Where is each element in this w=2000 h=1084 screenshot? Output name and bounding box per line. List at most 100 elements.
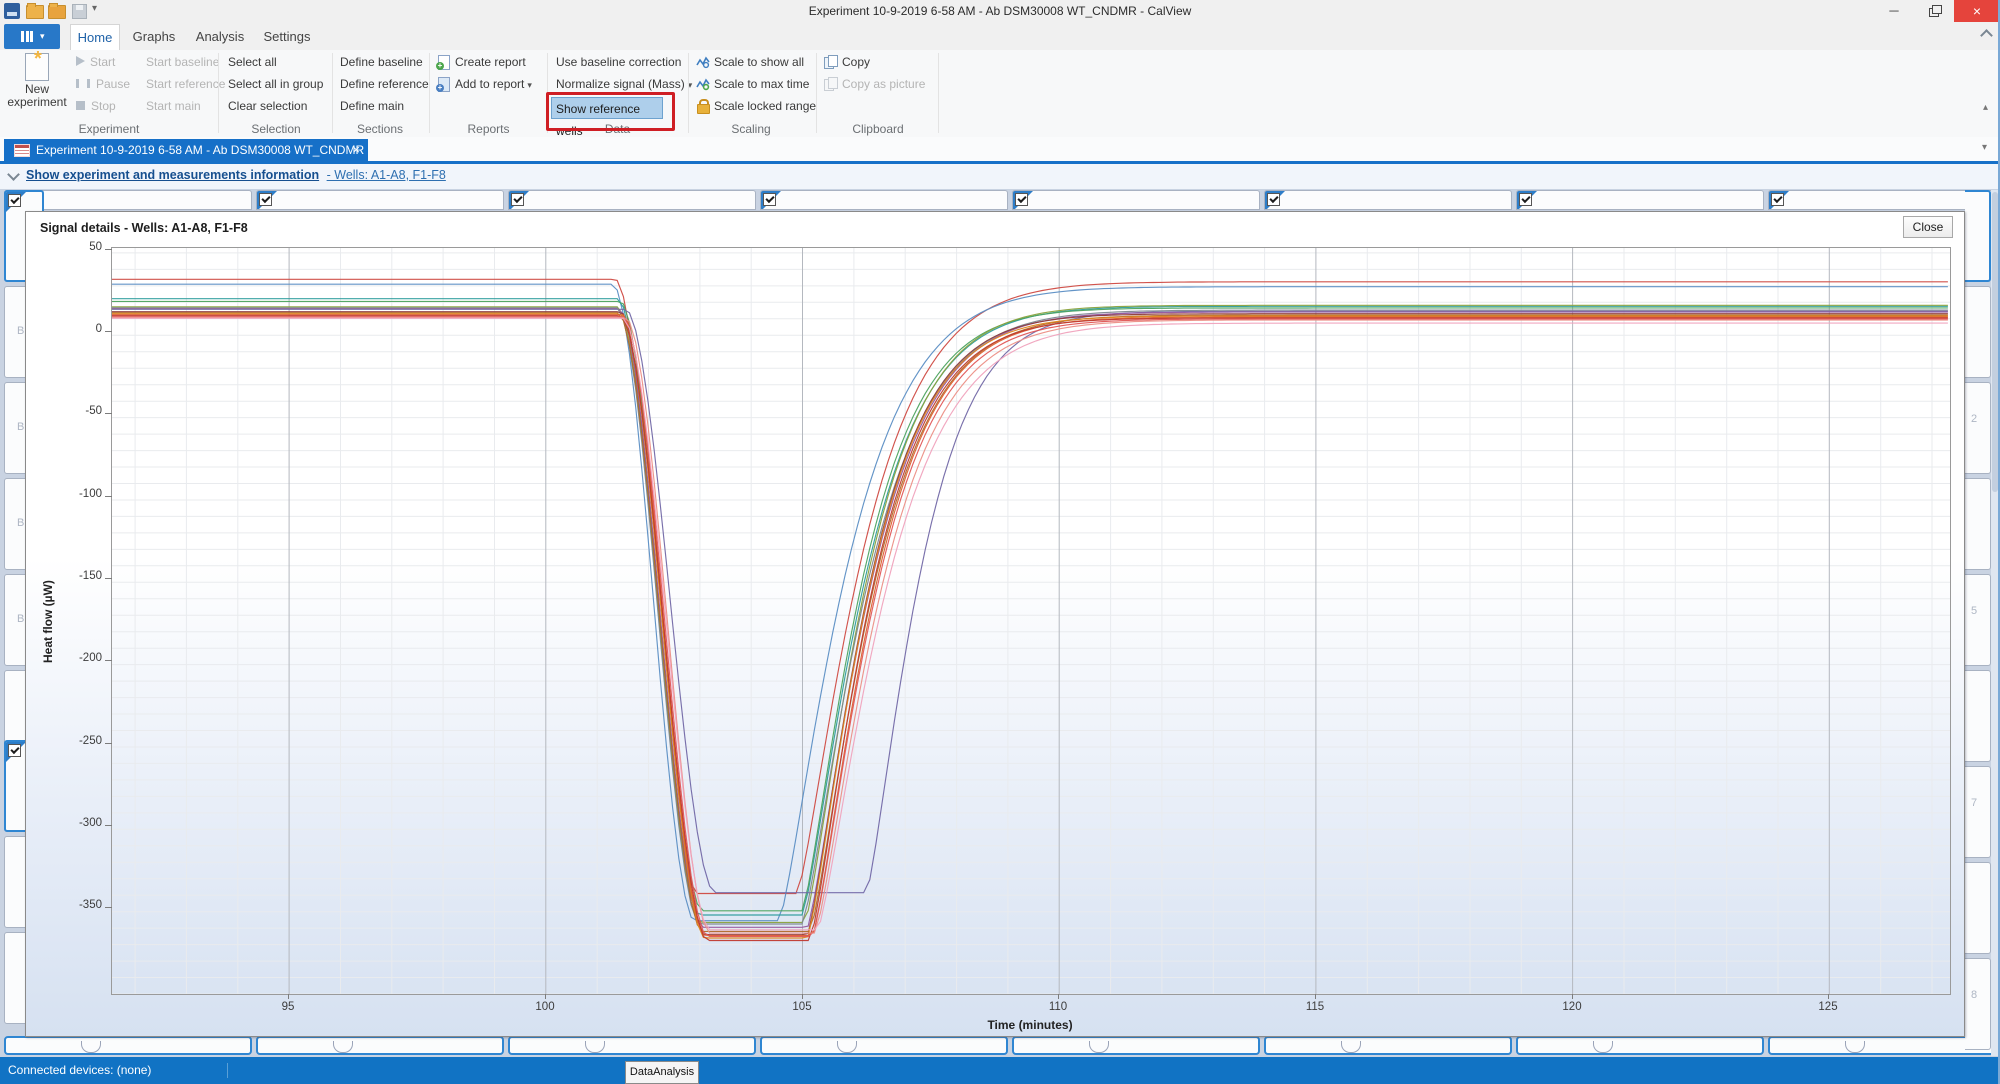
heat-flow-chart[interactable]: [111, 247, 1951, 995]
x-tick-mark: [545, 994, 546, 999]
document-tab[interactable]: Experiment 10-9-2019 6-58 AM - Ab DSM300…: [4, 139, 368, 161]
well-checkbox[interactable]: [8, 194, 21, 207]
well-checkbox[interactable]: [763, 193, 776, 206]
clear-selection-button[interactable]: Clear selection: [228, 97, 307, 115]
ribbon-collapse-icon[interactable]: [1980, 29, 1993, 42]
y-tick-mark: [105, 825, 112, 826]
series-F1: [112, 312, 1948, 935]
well-tile-bottom[interactable]: [760, 1036, 1008, 1055]
well-tile-right[interactable]: 5: [1965, 574, 1991, 666]
scale-to-show-all-button[interactable]: Scale to show all: [696, 53, 804, 71]
mini-curve-glyph: [1341, 1041, 1361, 1053]
well-tile-top[interactable]: [256, 190, 504, 210]
mini-curve-glyph: [837, 1041, 857, 1053]
restore-button[interactable]: [1914, 0, 1954, 22]
x-tick-label: 95: [266, 1001, 310, 1013]
well-tile-right[interactable]: [1965, 286, 1991, 378]
create-report-button[interactable]: +Create report: [437, 53, 526, 71]
well-tile-label: B: [17, 325, 24, 337]
well-tile-bottom[interactable]: [256, 1036, 504, 1055]
app-menu-button[interactable]: ▾: [4, 24, 60, 49]
y-tick-label: -50: [54, 405, 102, 417]
well-tile-bottom[interactable]: [508, 1036, 756, 1055]
well-checkbox[interactable]: [1267, 193, 1280, 206]
scale-to-max-time-button[interactable]: Scale to max time: [696, 75, 809, 93]
well-checkbox[interactable]: [511, 193, 524, 206]
well-tile-right[interactable]: [1965, 670, 1991, 762]
well-tile-label: 2: [1971, 413, 1977, 425]
collapse-chevron-icon[interactable]: [7, 168, 20, 181]
well-checkbox[interactable]: [1519, 193, 1532, 206]
series-A5: [112, 305, 1948, 922]
tab-settings[interactable]: Settings: [258, 24, 316, 50]
start-main-button: Start main: [146, 97, 201, 115]
close-button[interactable]: ×: [1954, 0, 2000, 22]
add-to-report-dropdown-icon[interactable]: ▾: [527, 80, 532, 90]
panel-title: Signal details - Wells: A1-A8, F1-F8: [40, 221, 248, 235]
define-reference-button[interactable]: Define reference: [340, 75, 429, 93]
new-experiment-button[interactable]: * New experiment: [6, 52, 68, 120]
group-label-data: Data: [550, 122, 685, 136]
y-tick-label: -350: [54, 899, 102, 911]
well-tile-bottom[interactable]: [1012, 1036, 1260, 1055]
scale-locked-range-button[interactable]: Scale locked range: [696, 97, 816, 115]
new-experiment-icon: *: [25, 53, 49, 81]
tab-home[interactable]: Home: [70, 24, 120, 51]
normalize-signal-button[interactable]: Normalize signal (Mass)▾: [556, 75, 692, 93]
well-tile-top[interactable]: [1516, 190, 1764, 210]
y-tick-label: -300: [54, 817, 102, 829]
select-all-in-group-button[interactable]: Select all in group: [228, 75, 323, 93]
series-A6: [112, 309, 1948, 892]
tab-analysis[interactable]: Analysis: [190, 24, 250, 50]
taskbar-button-dataanalysis[interactable]: DataAnalysis: [625, 1061, 699, 1084]
well-tile-bottom[interactable]: [4, 1036, 252, 1055]
define-baseline-button[interactable]: Define baseline: [340, 53, 423, 71]
y-tick-label: 50: [54, 241, 102, 253]
well-checkbox[interactable]: [1771, 193, 1784, 206]
group-label-clipboard: Clipboard: [818, 122, 938, 136]
status-separator: [227, 1063, 228, 1078]
minimize-button[interactable]: ─: [1874, 0, 1914, 22]
define-main-button[interactable]: Define main: [340, 97, 404, 115]
scale-to-show-all-icon: [696, 55, 710, 69]
panel-close-button[interactable]: Close: [1903, 216, 1953, 238]
select-all-button[interactable]: Select all: [228, 53, 277, 71]
series-F4: [112, 315, 1948, 936]
add-to-report-button[interactable]: +Add to report▾: [437, 75, 532, 93]
well-tile-right[interactable]: [1965, 478, 1991, 570]
series-F3: [112, 314, 1948, 938]
app-menu-dropdown-icon: ▾: [40, 24, 45, 49]
tab-list-dropdown-icon[interactable]: ▾: [1982, 142, 1987, 153]
well-tile-bottom[interactable]: [1264, 1036, 1512, 1055]
well-tile-right[interactable]: 7: [1965, 766, 1991, 858]
document-tab-strip: Experiment 10-9-2019 6-58 AM - Ab DSM300…: [0, 137, 2000, 164]
stop-button: Stop: [76, 97, 116, 115]
well-tile-top[interactable]: [1264, 190, 1512, 210]
scroll-up-icon[interactable]: ▴: [1983, 102, 1988, 113]
copy-button[interactable]: Copy: [824, 53, 870, 71]
well-tile-top[interactable]: [508, 190, 756, 210]
lock-icon: [696, 99, 710, 113]
group-label-reports: Reports: [432, 122, 545, 136]
group-label-selection: Selection: [222, 122, 330, 136]
document-tab-close-icon[interactable]: ×: [352, 139, 360, 161]
well-tile-right[interactable]: 8: [1965, 958, 1991, 1050]
well-checkbox[interactable]: [8, 744, 21, 757]
well-tile-top[interactable]: [760, 190, 1008, 210]
well-checkbox[interactable]: [1015, 193, 1028, 206]
well-tile-bottom[interactable]: [1516, 1036, 1764, 1055]
series-F6: [112, 317, 1948, 937]
well-tile-right[interactable]: [1965, 862, 1991, 954]
tab-graphs[interactable]: Graphs: [126, 24, 182, 50]
series-F7: [112, 318, 1948, 934]
show-reference-wells-toggle[interactable]: Show reference wells: [551, 97, 663, 119]
use-baseline-correction-button[interactable]: Use baseline correction: [556, 53, 681, 71]
well-checkbox[interactable]: [259, 193, 272, 206]
well-tile-label: 7: [1971, 797, 1977, 809]
well-tile-right[interactable]: [1965, 190, 1991, 282]
well-tile-right[interactable]: 2: [1965, 382, 1991, 474]
create-report-icon: +: [437, 55, 451, 69]
well-tile-top[interactable]: [1012, 190, 1260, 210]
experiment-info-link[interactable]: Show experiment and measurements informa…: [26, 168, 446, 182]
y-tick-mark: [105, 331, 112, 332]
